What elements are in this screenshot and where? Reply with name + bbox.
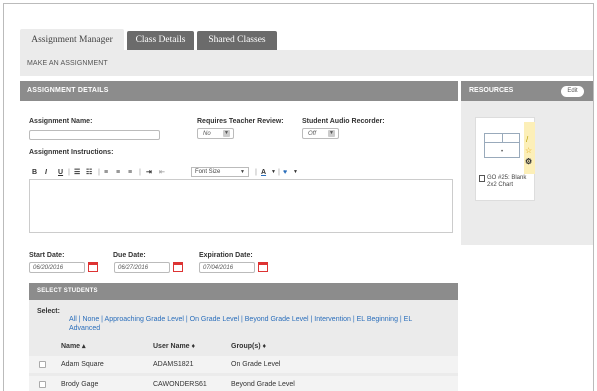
students-panel: Select: All | None | Approaching Grade L… xyxy=(29,300,458,391)
due-date-label: Due Date: xyxy=(113,252,146,259)
teacher-review-label: Requires Teacher Review: xyxy=(197,118,284,125)
toolbar-divider: | xyxy=(139,169,141,176)
font-size-select[interactable]: Font Size ▼ xyxy=(191,167,249,177)
tab-shared-classes[interactable]: Shared Classes xyxy=(197,31,277,50)
column-name[interactable]: Name ▴ xyxy=(61,340,86,354)
italic-button[interactable]: I xyxy=(45,166,47,179)
underline-button[interactable]: U xyxy=(58,166,63,179)
student-filter-links[interactable]: All | None | Approaching Grade Level | O… xyxy=(69,315,454,333)
edit-resources-button[interactable]: Edit xyxy=(561,86,584,97)
toolbar-divider: | xyxy=(68,169,70,176)
audio-recorder-select[interactable]: Off ▼ xyxy=(302,128,339,139)
student-checkbox[interactable] xyxy=(39,361,46,368)
pencil-icon[interactable]: / xyxy=(526,135,528,144)
chevron-down-icon: ▼ xyxy=(328,130,335,137)
resources-panel: • / ☆ ⚙ GO #25: Blank 2x2 Chart xyxy=(461,101,593,245)
bulleted-list-icon[interactable]: ☰ xyxy=(74,166,80,179)
expiration-date-label: Expiration Date: xyxy=(199,252,253,259)
resource-card[interactable]: • / ☆ ⚙ GO #25: Blank 2x2 Chart xyxy=(475,117,535,201)
resource-thumbnail: • / ☆ ⚙ xyxy=(478,120,535,174)
assignment-name-label: Assignment Name: xyxy=(29,118,93,125)
numbered-list-icon[interactable]: ☷ xyxy=(86,166,92,179)
student-username: CAWONDERS61 xyxy=(153,381,207,388)
chevron-down-icon[interactable]: ▼ xyxy=(293,166,298,179)
text-color-icon[interactable]: A xyxy=(261,166,266,179)
assignment-name-input[interactable] xyxy=(29,130,160,140)
calendar-icon[interactable] xyxy=(88,262,98,272)
student-username: ADAMS1821 xyxy=(153,361,194,368)
due-date-input[interactable]: 06/27/2016 xyxy=(114,262,170,273)
resource-actions: / ☆ ⚙ xyxy=(524,122,535,174)
star-icon[interactable]: ☆ xyxy=(525,146,532,155)
instructions-editor[interactable] xyxy=(29,179,453,233)
toolbar-divider: | xyxy=(98,169,100,176)
tab-class-details[interactable]: Class Details xyxy=(127,31,194,50)
bold-button[interactable]: B xyxy=(32,166,37,179)
calendar-icon[interactable] xyxy=(173,262,183,272)
editor-toolbar: B I U | ☰ ☷ | ≡ ≡ ≡ | ⇥ ⇤ Font Size ▼ | … xyxy=(29,166,453,179)
chart-thumbnail-icon: • xyxy=(484,133,520,158)
align-center-icon[interactable]: ≡ xyxy=(116,166,120,179)
toolbar-divider: | xyxy=(278,169,280,176)
audio-recorder-label: Student Audio Recorder: xyxy=(302,118,385,125)
chevron-down-icon[interactable]: ▼ xyxy=(271,166,276,179)
assignment-details-header: ASSIGNMENT DETAILS xyxy=(20,81,458,101)
filter-links-line1[interactable]: All | None | Approaching Grade Level | O… xyxy=(69,315,454,324)
student-checkbox[interactable] xyxy=(39,381,46,388)
tab-assignment-manager[interactable]: Assignment Manager xyxy=(20,29,124,50)
table-row[interactable]: Adam Square ADAMS1821 On Grade Level xyxy=(29,356,458,373)
resource-title[interactable]: GO #25: Blank 2x2 Chart xyxy=(478,175,534,189)
student-name: Brody Gage xyxy=(61,381,99,388)
expiration-date-input[interactable]: 07/04/2016 xyxy=(199,262,255,273)
align-left-icon[interactable]: ≡ xyxy=(104,166,108,179)
align-right-icon[interactable]: ≡ xyxy=(128,166,132,179)
teacher-review-select[interactable]: No ▼ xyxy=(197,128,234,139)
outdent-icon[interactable]: ⇤ xyxy=(159,166,165,179)
font-size-label: Font Size xyxy=(195,169,221,175)
document-icon xyxy=(479,175,485,182)
resources-title: RESOURCES xyxy=(469,87,514,94)
tab-bar: Assignment Manager Class Details Shared … xyxy=(4,4,593,50)
student-group: Beyond Grade Level xyxy=(231,381,295,388)
app-frame: Assignment Manager Class Details Shared … xyxy=(3,3,594,391)
start-date-input[interactable]: 06/20/2016 xyxy=(29,262,85,273)
page-subheader: MAKE AN ASSIGNMENT xyxy=(20,50,593,76)
indent-icon[interactable]: ⇥ xyxy=(146,166,152,179)
students-table-header: Name ▴ User Name ♦ Group(s) ♦ xyxy=(29,340,458,354)
select-label: Select: xyxy=(37,308,60,315)
start-date-label: Start Date: xyxy=(29,252,65,259)
table-row[interactable]: Brody Gage CAWONDERS61 Beyond Grade Leve… xyxy=(29,376,458,391)
gear-icon[interactable]: ⚙ xyxy=(525,157,532,166)
calendar-icon[interactable] xyxy=(258,262,268,272)
teacher-review-value: No xyxy=(203,131,211,137)
toolbar-divider: | xyxy=(255,169,257,176)
chevron-down-icon: ▼ xyxy=(223,130,230,137)
column-user-name[interactable]: User Name ♦ xyxy=(153,340,195,354)
spellcheck-icon[interactable]: ♥ xyxy=(283,166,287,179)
column-groups[interactable]: Group(s) ♦ xyxy=(231,340,266,354)
chevron-down-icon: ▼ xyxy=(240,169,245,175)
filter-links-line2[interactable]: Advanced xyxy=(69,324,454,333)
instructions-label: Assignment Instructions: xyxy=(29,149,114,156)
student-name: Adam Square xyxy=(61,361,104,368)
resource-title-text: GO #25: Blank 2x2 Chart xyxy=(487,175,527,188)
student-group: On Grade Level xyxy=(231,361,281,368)
select-students-header: SELECT STUDENTS xyxy=(29,283,458,300)
resources-header: RESOURCES Edit xyxy=(461,81,593,101)
audio-recorder-value: Off xyxy=(308,131,317,137)
